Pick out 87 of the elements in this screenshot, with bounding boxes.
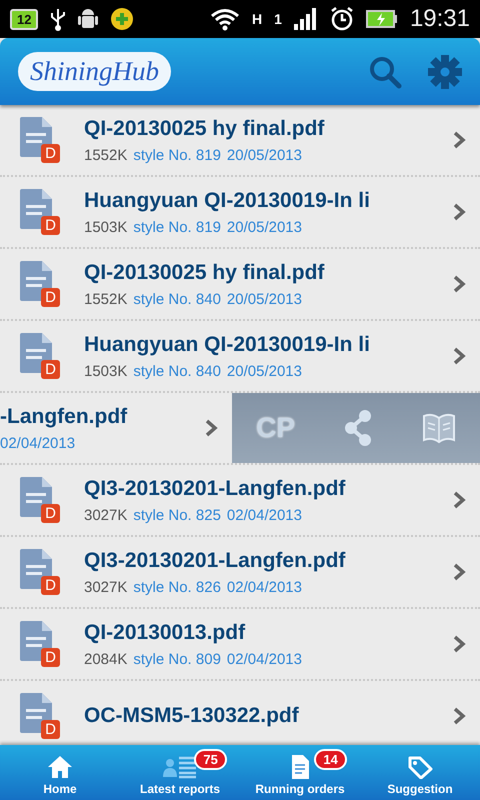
file-style: style No. 826: [133, 578, 221, 596]
file-list-item[interactable]: D Huangyuan QI-20130019-In li 1503K style No. 819 20/05/2013: [0, 177, 480, 249]
count-badge: 75: [194, 749, 227, 770]
chevron-icon: [452, 275, 466, 293]
chevron-icon: [204, 419, 218, 437]
settings-icon[interactable]: [428, 54, 462, 88]
file-size: 1552K: [84, 146, 128, 164]
file-name: QI-20130025 hy final.pdf: [84, 260, 324, 284]
file-size: 3027K: [84, 578, 128, 596]
chevron-icon: [452, 563, 466, 581]
file-size: 1552K: [84, 290, 128, 308]
file-date: 02/04/2013: [226, 506, 302, 524]
file-name: Huangyuan QI-20130019-In li: [84, 332, 370, 356]
document-icon: [20, 261, 54, 301]
document-icon: [20, 621, 54, 661]
file-date: 20/05/2013: [226, 218, 302, 236]
document-icon: [20, 693, 54, 733]
file-name: Huangyuan QI-20130019-In li: [84, 188, 370, 212]
file-style: style No. 819: [133, 218, 221, 236]
file-list-item[interactable]: D QI-20130025 hy final.pdf 1552K style No. 840 20/05/2013: [0, 249, 480, 321]
file-list-item[interactable]: D QI-20130013.pdf 2084K style No. 809 02/04/2013: [0, 609, 480, 681]
file-date: 20/05/2013: [226, 290, 302, 308]
file-size: 3027K: [84, 506, 128, 524]
chevron-icon: [452, 131, 466, 149]
app-logo: ShiningHub: [18, 52, 172, 91]
file-size: 1503K: [84, 362, 128, 380]
file-name: QI3-20130201-Langfen.pdf: [84, 476, 346, 500]
file-name: QI-20130025 hy final.pdf: [84, 116, 324, 140]
file-style: style No. 840: [133, 290, 221, 308]
file-date: 02/04/2013: [0, 434, 76, 452]
tag-icon: [407, 755, 433, 779]
nav-tab[interactable]: Suggestion: [360, 745, 480, 800]
notification-icon: 12: [10, 8, 38, 30]
home-icon: [47, 755, 73, 779]
share-icon[interactable]: [343, 408, 374, 448]
document-icon: [20, 117, 54, 157]
nav-tab[interactable]: 14 Running orders: [240, 745, 360, 800]
document-type-badge: D: [41, 648, 60, 667]
file-name: OC-MSM5-130322.pdf: [84, 704, 299, 728]
file-date: 20/05/2013: [226, 362, 302, 380]
battery-charging-icon: [366, 10, 398, 28]
document-type-badge: D: [41, 216, 60, 235]
file-size: 2084K: [84, 650, 128, 668]
file-list-item[interactable]: D QI-20130025 hy final.pdf 1552K style No. 819 20/05/2013: [0, 105, 480, 177]
nav-tab[interactable]: 75 Latest reports: [120, 745, 240, 800]
document-icon: [20, 549, 54, 589]
file-name: QI-20130013.pdf: [84, 620, 246, 644]
sim-number-label: 1: [274, 11, 282, 27]
chevron-icon: [452, 491, 466, 509]
alarm-clock-icon: [330, 6, 354, 32]
document-icon: [20, 477, 54, 517]
nav-tab[interactable]: Home: [0, 745, 120, 800]
file-style: style No. 840: [133, 362, 221, 380]
file-list-item[interactable]: D QI3-20130201-Langfen.pdf 3027K style No. 825 02/04/2013: [0, 465, 480, 537]
document-icon: [20, 333, 54, 373]
document-type-badge: D: [41, 504, 60, 523]
file-date: 02/04/2013: [226, 578, 302, 596]
signal-icon: [294, 8, 318, 30]
chevron-icon: [452, 203, 466, 221]
file-list-item[interactable]: D QI3-20130201-Langfen.pdf 3027K style No. 826 02/04/2013: [0, 537, 480, 609]
file-size: 1503K: [84, 218, 128, 236]
network-type-label: H: [252, 11, 262, 27]
android-icon: [78, 7, 98, 31]
document-icon: [20, 189, 54, 229]
file-name: -Langfen.pdf: [0, 404, 128, 428]
book-icon[interactable]: [422, 411, 456, 445]
plus-badge-icon: [110, 7, 134, 31]
wifi-icon: [210, 7, 240, 31]
file-date: 20/05/2013: [226, 146, 302, 164]
chevron-icon: [452, 635, 466, 653]
contact-list-icon: [163, 755, 197, 779]
document-type-badge: D: [41, 144, 60, 163]
file-name: QI3-20130201-Langfen.pdf: [84, 548, 346, 572]
search-icon[interactable]: [368, 54, 402, 88]
clock-time: 19:31: [410, 5, 470, 33]
document-type-badge: D: [41, 360, 60, 379]
usb-icon: [50, 7, 66, 31]
file-style: style No. 819: [133, 146, 221, 164]
chevron-icon: [452, 347, 466, 365]
document-type-badge: D: [41, 720, 60, 739]
document-type-badge: D: [41, 288, 60, 307]
count-badge: 14: [314, 749, 347, 770]
chevron-icon: [452, 707, 466, 725]
document-type-badge: D: [41, 576, 60, 595]
file-date: 02/04/2013: [226, 650, 302, 668]
file-style: style No. 825: [133, 506, 221, 524]
file-style: style No. 809: [133, 650, 221, 668]
